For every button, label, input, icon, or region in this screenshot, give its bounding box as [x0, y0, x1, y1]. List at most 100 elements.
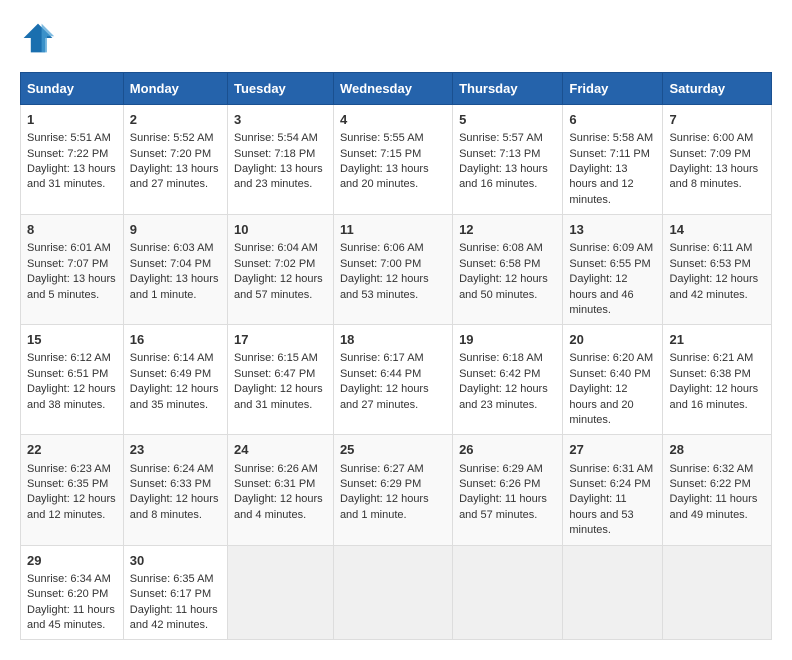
day-number: 16	[130, 331, 221, 349]
sunset-text: Sunset: 6:20 PM	[27, 588, 108, 600]
sunset-text: Sunset: 6:47 PM	[234, 368, 315, 380]
day-number: 12	[459, 221, 556, 239]
calendar-cell: 2Sunrise: 5:52 AMSunset: 7:20 PMDaylight…	[123, 105, 227, 215]
day-number: 27	[569, 441, 656, 459]
sunset-text: Sunset: 6:26 PM	[459, 478, 540, 490]
sunrise-text: Sunrise: 6:23 AM	[27, 463, 111, 475]
daylight-text: Daylight: 12 hours and 16 minutes.	[669, 383, 758, 410]
calendar-table: SundayMondayTuesdayWednesdayThursdayFrid…	[20, 72, 772, 640]
sunset-text: Sunset: 6:40 PM	[569, 368, 650, 380]
sunrise-text: Sunrise: 6:09 AM	[569, 242, 653, 254]
sunrise-text: Sunrise: 5:52 AM	[130, 132, 214, 144]
sunrise-text: Sunrise: 6:03 AM	[130, 242, 214, 254]
calendar-cell	[333, 545, 452, 640]
sunrise-text: Sunrise: 5:51 AM	[27, 132, 111, 144]
daylight-text: Daylight: 12 hours and 42 minutes.	[669, 273, 758, 300]
day-number: 2	[130, 111, 221, 129]
daylight-text: Daylight: 12 hours and 12 minutes.	[27, 493, 116, 520]
week-row-2: 8Sunrise: 6:01 AMSunset: 7:07 PMDaylight…	[21, 215, 772, 325]
calendar-cell: 26 Sunrise: 6:29 AM Sunset: 6:26 PM Dayligh…	[453, 435, 563, 545]
day-number: 4	[340, 111, 446, 129]
sunrise-text: Sunrise: 6:29 AM	[459, 463, 543, 475]
sunset-text: Sunset: 6:42 PM	[459, 368, 540, 380]
day-number: 1	[27, 111, 117, 129]
daylight-text: Daylight: 12 hours and 27 minutes.	[340, 383, 429, 410]
sunrise-text: Sunrise: 6:32 AM	[669, 463, 753, 475]
sunrise-text: Sunrise: 6:12 AM	[27, 352, 111, 364]
week-row-5: 29 Sunrise: 6:34 AM Sunset: 6:20 PM Dayligh…	[21, 545, 772, 640]
sunrise-text: Sunrise: 5:57 AM	[459, 132, 543, 144]
calendar-cell: 7Sunrise: 6:00 AMSunset: 7:09 PMDaylight…	[663, 105, 772, 215]
calendar-cell: 22Sunrise: 6:23 AMSunset: 6:35 PMDayligh…	[21, 435, 124, 545]
sunrise-text: Sunrise: 6:31 AM	[569, 463, 653, 475]
calendar-cell	[228, 545, 334, 640]
day-number: 29	[27, 552, 117, 570]
calendar-cell: 1Sunrise: 5:51 AMSunset: 7:22 PMDaylight…	[21, 105, 124, 215]
calendar-cell: 5Sunrise: 5:57 AMSunset: 7:13 PMDaylight…	[453, 105, 563, 215]
calendar-cell: 18Sunrise: 6:17 AMSunset: 6:44 PMDayligh…	[333, 325, 452, 435]
daylight-text: Daylight: 12 hours and 4 minutes.	[234, 493, 323, 520]
calendar-cell: 8Sunrise: 6:01 AMSunset: 7:07 PMDaylight…	[21, 215, 124, 325]
daylight-text: Daylight: 12 hours and 1 minute.	[340, 493, 429, 520]
sunrise-text: Sunrise: 6:14 AM	[130, 352, 214, 364]
day-number: 22	[27, 441, 117, 459]
sunrise-text: Sunrise: 6:04 AM	[234, 242, 318, 254]
calendar-cell: 19Sunrise: 6:18 AMSunset: 6:42 PMDayligh…	[453, 325, 563, 435]
daylight-text: Daylight: 11 hours and 49 minutes.	[669, 493, 757, 520]
daylight-text: Daylight: 12 hours and 31 minutes.	[234, 383, 323, 410]
sunrise-text: Sunrise: 5:54 AM	[234, 132, 318, 144]
week-row-4: 22Sunrise: 6:23 AMSunset: 6:35 PMDayligh…	[21, 435, 772, 545]
calendar-cell: 4Sunrise: 5:55 AMSunset: 7:15 PMDaylight…	[333, 105, 452, 215]
page-header	[20, 20, 772, 56]
logo	[20, 20, 62, 56]
sunset-text: Sunset: 6:58 PM	[459, 258, 540, 270]
sunset-text: Sunset: 7:04 PM	[130, 258, 211, 270]
sunset-text: Sunset: 6:33 PM	[130, 478, 211, 490]
sunset-text: Sunset: 7:00 PM	[340, 258, 421, 270]
sunrise-text: Sunrise: 6:21 AM	[669, 352, 753, 364]
calendar-cell: 11Sunrise: 6:06 AMSunset: 7:00 PMDayligh…	[333, 215, 452, 325]
day-number: 28	[669, 441, 765, 459]
sunset-text: Sunset: 6:24 PM	[569, 478, 650, 490]
calendar-cell: 14Sunrise: 6:11 AMSunset: 6:53 PMDayligh…	[663, 215, 772, 325]
sunset-text: Sunset: 6:55 PM	[569, 258, 650, 270]
sunset-text: Sunset: 7:02 PM	[234, 258, 315, 270]
daylight-text: Daylight: 13 hours and 20 minutes.	[340, 163, 429, 190]
daylight-text: Daylight: 12 hours and 38 minutes.	[27, 383, 116, 410]
calendar-cell: 17Sunrise: 6:15 AMSunset: 6:47 PMDayligh…	[228, 325, 334, 435]
calendar-cell: 9Sunrise: 6:03 AMSunset: 7:04 PMDaylight…	[123, 215, 227, 325]
sunset-text: Sunset: 6:31 PM	[234, 478, 315, 490]
sunrise-text: Sunrise: 6:24 AM	[130, 463, 214, 475]
logo-icon	[20, 20, 56, 56]
daylight-text: Daylight: 13 hours and 16 minutes.	[459, 163, 548, 190]
sunset-text: Sunset: 7:09 PM	[669, 148, 750, 160]
sunrise-text: Sunrise: 6:35 AM	[130, 573, 214, 585]
calendar-cell	[453, 545, 563, 640]
sunset-text: Sunset: 7:18 PM	[234, 148, 315, 160]
column-header-friday: Friday	[563, 73, 663, 105]
sunset-text: Sunset: 6:44 PM	[340, 368, 421, 380]
sunrise-text: Sunrise: 6:34 AM	[27, 573, 111, 585]
column-header-wednesday: Wednesday	[333, 73, 452, 105]
sunset-text: Sunset: 6:38 PM	[669, 368, 750, 380]
day-number: 9	[130, 221, 221, 239]
column-header-thursday: Thursday	[453, 73, 563, 105]
calendar-cell: 15Sunrise: 6:12 AMSunset: 6:51 PMDayligh…	[21, 325, 124, 435]
calendar-cell	[563, 545, 663, 640]
sunset-text: Sunset: 6:22 PM	[669, 478, 750, 490]
calendar-cell: 16Sunrise: 6:14 AMSunset: 6:49 PMDayligh…	[123, 325, 227, 435]
sunrise-text: Sunrise: 6:06 AM	[340, 242, 424, 254]
day-number: 30	[130, 552, 221, 570]
sunrise-text: Sunrise: 6:08 AM	[459, 242, 543, 254]
day-number: 3	[234, 111, 327, 129]
daylight-text: Daylight: 13 hours and 12 minutes.	[569, 163, 633, 206]
daylight-text: Daylight: 12 hours and 50 minutes.	[459, 273, 548, 300]
day-number: 26	[459, 441, 556, 459]
daylight-text: Daylight: 12 hours and 23 minutes.	[459, 383, 548, 410]
daylight-text: Daylight: 11 hours and 42 minutes.	[130, 604, 218, 631]
daylight-text: Daylight: 11 hours and 57 minutes.	[459, 493, 547, 520]
calendar-cell: 6Sunrise: 5:58 AMSunset: 7:11 PMDaylight…	[563, 105, 663, 215]
calendar-cell: 27Sunrise: 6:31 AMSunset: 6:24 PMDayligh…	[563, 435, 663, 545]
daylight-text: Daylight: 12 hours and 53 minutes.	[340, 273, 429, 300]
daylight-text: Daylight: 13 hours and 27 minutes.	[130, 163, 219, 190]
